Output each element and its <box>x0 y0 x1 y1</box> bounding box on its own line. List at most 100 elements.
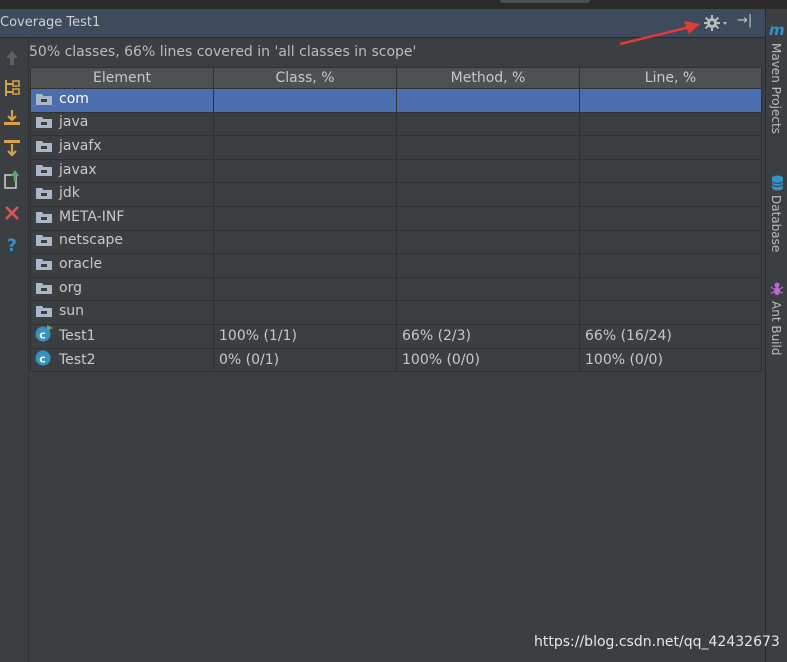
element-name: com <box>59 90 89 107</box>
table-row[interactable]: oracle <box>30 253 762 278</box>
cell-class: 100% (1/1) <box>213 323 397 349</box>
table-row[interactable]: javafx <box>30 135 762 160</box>
element-name: jdk <box>59 185 80 202</box>
class-icon: c <box>35 349 53 371</box>
cell-element: netscape <box>30 229 214 255</box>
cell-method <box>396 135 580 160</box>
package-folder-icon <box>35 281 53 299</box>
cell-class <box>213 182 397 207</box>
cell-line <box>579 300 762 325</box>
cell-element: org <box>30 276 214 302</box>
svg-text:?: ? <box>7 236 17 254</box>
package-folder-icon <box>35 186 53 204</box>
element-name: sun <box>59 303 85 320</box>
table-row[interactable]: c Test1 100% (1/1) 66% (2/3) 66% (16/24) <box>30 323 762 349</box>
ant-icon <box>770 282 784 295</box>
left-toolbar: ? <box>0 38 29 662</box>
cell-element: javax <box>30 158 214 184</box>
package-folder-icon <box>35 163 53 181</box>
class-run-icon: c <box>35 325 53 347</box>
element-name: netscape <box>59 232 124 249</box>
cell-method <box>396 300 580 325</box>
package-folder-icon <box>35 139 53 157</box>
import-icon[interactable] <box>2 108 22 128</box>
element-name: javax <box>59 161 97 178</box>
cell-element: jdk <box>30 182 214 207</box>
cell-element: META-INF <box>30 205 214 231</box>
coverage-table: Element Class, % Method, % Line, % com ja… <box>30 67 762 373</box>
cell-element: c Test2 <box>30 347 214 373</box>
table-row[interactable]: jdk <box>30 182 762 207</box>
element-name: Test2 <box>59 351 96 368</box>
cell-class <box>213 205 397 231</box>
table-row[interactable]: META-INF <box>30 205 762 231</box>
annotation-arrow <box>619 21 700 46</box>
table-row[interactable]: sun <box>30 300 762 325</box>
flatten-icon[interactable] <box>2 138 22 158</box>
element-name: javafx <box>59 137 102 154</box>
package-folder-icon <box>35 304 53 322</box>
tree-view-icon[interactable] <box>2 78 22 98</box>
cell-line <box>579 158 762 184</box>
cell-element: c Test1 <box>30 323 214 349</box>
cell-method <box>396 111 580 137</box>
table-row[interactable]: javax <box>30 158 762 184</box>
cell-method <box>396 88 580 113</box>
cell-method: 100% (0/0) <box>396 347 580 373</box>
cell-element: javafx <box>30 135 214 160</box>
cell-class <box>213 300 397 325</box>
cell-element: sun <box>30 300 214 325</box>
cell-line <box>579 135 762 160</box>
cell-line <box>579 253 762 278</box>
cell-method <box>396 229 580 255</box>
element-name: oracle <box>59 255 103 272</box>
right-sidebar: m Maven Projects Database Ant Build <box>765 9 787 662</box>
export-icon[interactable] <box>2 170 22 190</box>
package-folder-icon <box>35 257 53 275</box>
cell-method <box>396 253 580 278</box>
cell-method <box>396 158 580 184</box>
cell-line <box>579 205 762 231</box>
cell-class <box>213 111 397 137</box>
cell-class <box>213 229 397 255</box>
cell-line <box>579 111 762 137</box>
cell-line <box>579 88 762 113</box>
table-row[interactable]: org <box>30 276 762 302</box>
table-row[interactable]: netscape <box>30 229 762 255</box>
cell-element: java <box>30 111 214 137</box>
close-icon[interactable] <box>2 203 22 223</box>
watermark: https://blog.csdn.net/qq_42432673 <box>534 634 780 650</box>
element-name: org <box>59 279 82 296</box>
table-row[interactable]: c Test2 0% (0/1) 100% (0/0) 100% (0/0) <box>30 347 762 373</box>
package-folder-icon <box>35 115 53 133</box>
cell-method <box>396 205 580 231</box>
svg-text:c: c <box>39 329 46 342</box>
cell-line <box>579 182 762 207</box>
cell-class <box>213 158 397 184</box>
cell-element: com <box>30 88 214 113</box>
cell-class: 0% (0/1) <box>213 347 397 373</box>
cell-line <box>579 276 762 302</box>
package-folder-icon <box>35 210 53 228</box>
element-name: java <box>59 114 89 131</box>
cell-line <box>579 229 762 255</box>
package-folder-icon <box>35 92 53 110</box>
help-icon[interactable]: ? <box>2 234 22 254</box>
ant-build-tab[interactable]: Ant Build <box>769 301 783 355</box>
cell-line: 100% (0/0) <box>579 347 762 373</box>
cell-class <box>213 135 397 160</box>
cell-method <box>396 276 580 302</box>
cell-class <box>213 253 397 278</box>
cell-class <box>213 276 397 302</box>
element-name: Test1 <box>59 328 96 345</box>
cell-line: 66% (16/24) <box>579 323 762 349</box>
package-folder-icon <box>35 233 53 251</box>
svg-text:c: c <box>39 352 46 365</box>
table-row[interactable]: java <box>30 111 762 137</box>
table-row[interactable]: com <box>30 88 762 113</box>
element-name: META-INF <box>59 208 125 225</box>
database-tab[interactable]: Database <box>769 195 783 252</box>
database-icon <box>771 175 784 191</box>
cell-element: oracle <box>30 253 214 278</box>
cell-class <box>213 88 397 113</box>
